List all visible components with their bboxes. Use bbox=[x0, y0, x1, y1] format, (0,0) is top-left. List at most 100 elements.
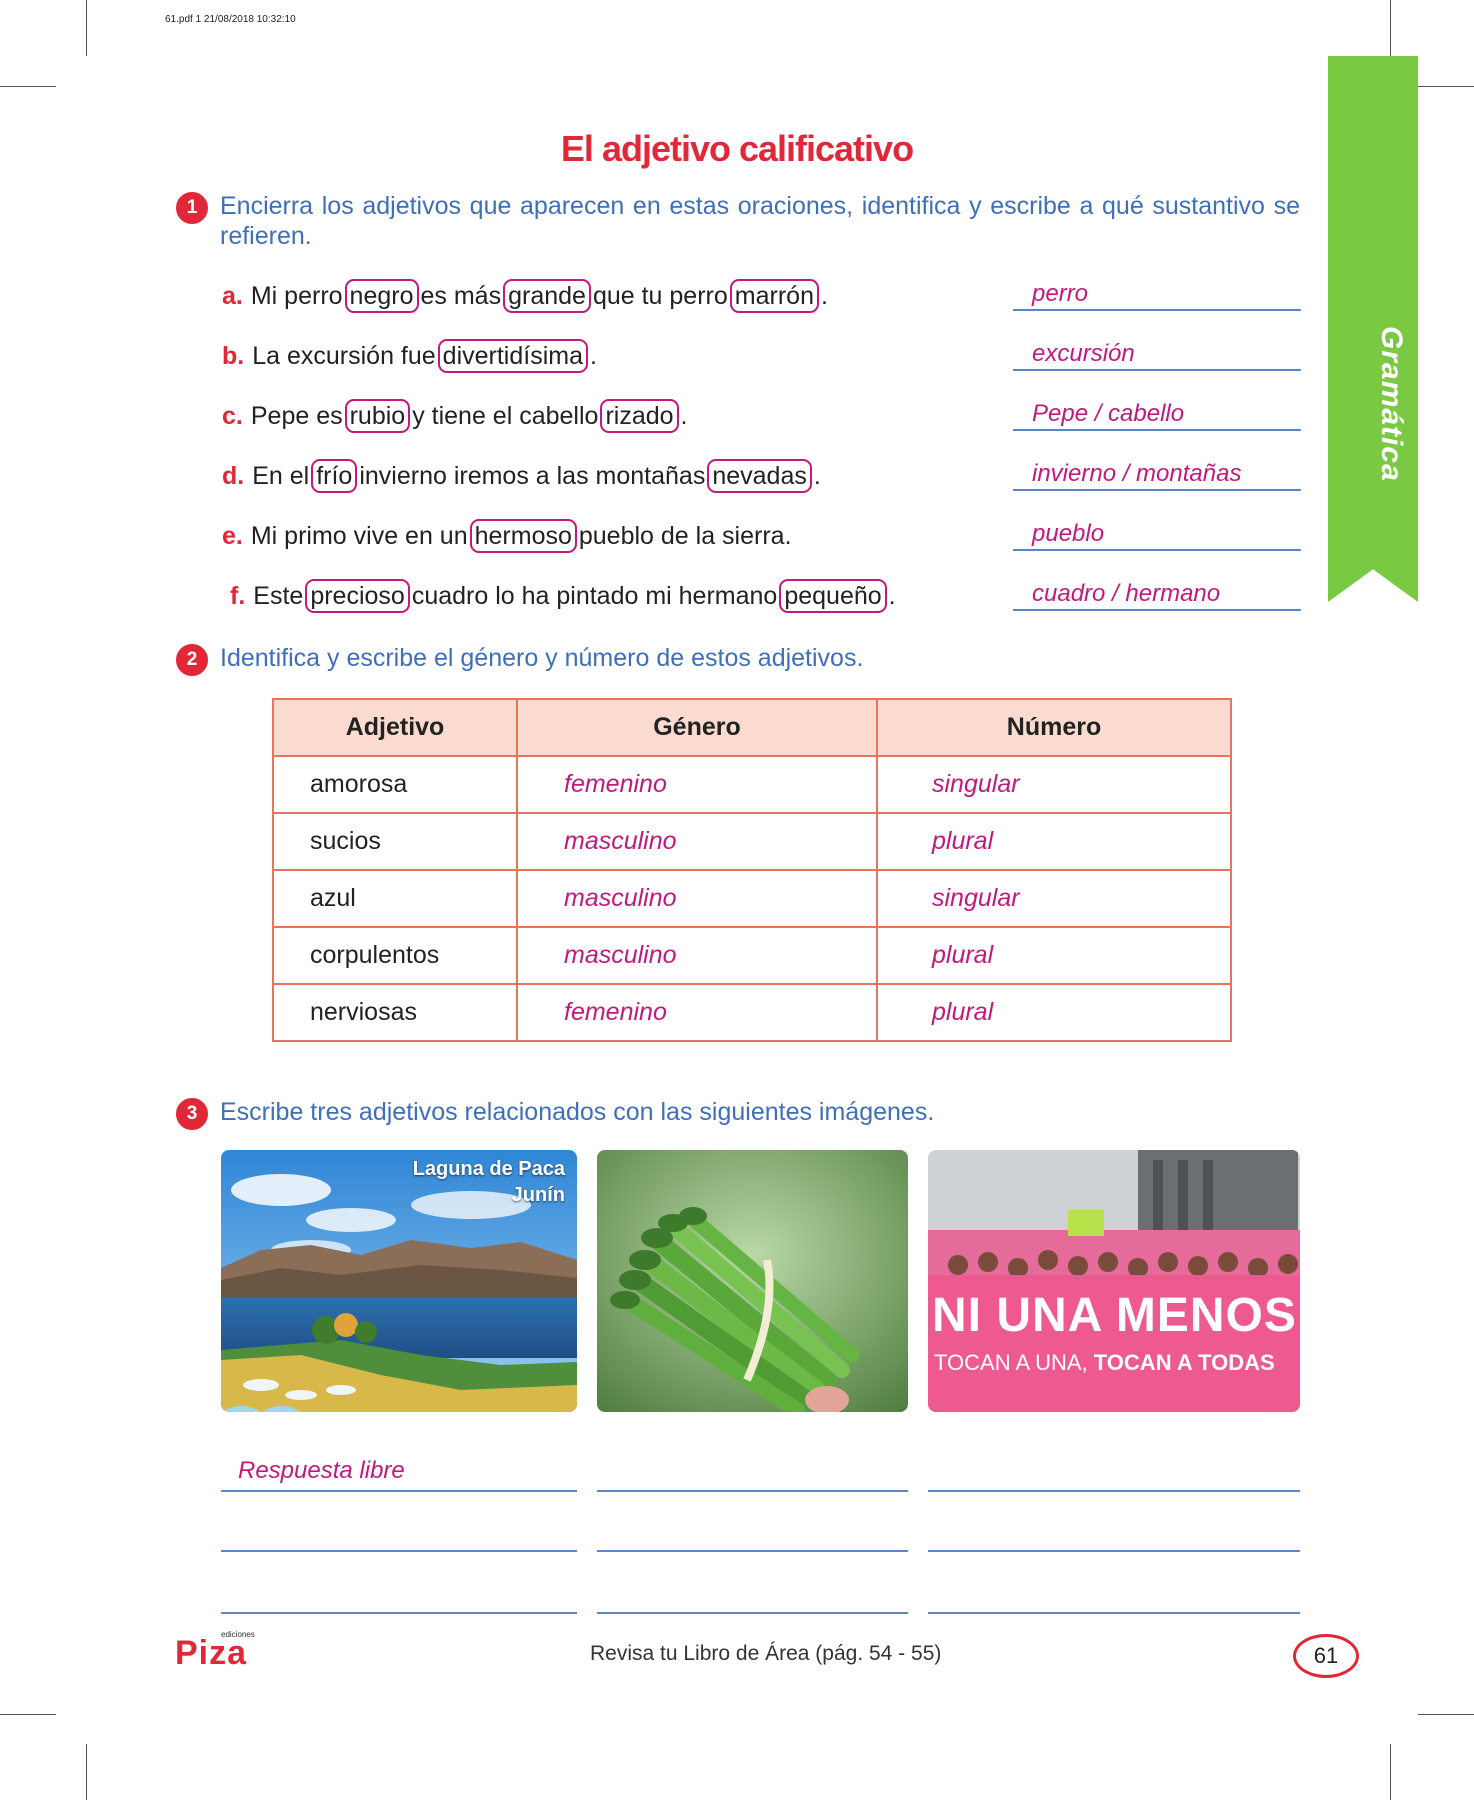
sentence-text: Este bbox=[253, 582, 304, 610]
exercise1-instruction: Encierra los adjetivos que aparecen en e… bbox=[220, 192, 1300, 250]
table-row: azul masculino singular bbox=[272, 869, 1232, 928]
write-line[interactable] bbox=[928, 1612, 1300, 1614]
item-label: e. bbox=[222, 522, 243, 550]
adjective-cell: nerviosas bbox=[272, 983, 518, 1042]
exercise-number: 3 bbox=[176, 1098, 208, 1130]
sentence-item: e. Mi primo vive en un hermoso pueblo de la… bbox=[222, 518, 792, 554]
sentence-item: a. Mi perro negro es más grande que tu perro m… bbox=[222, 278, 828, 314]
adjective-cell: azul bbox=[272, 869, 518, 928]
write-line[interactable] bbox=[597, 1612, 908, 1614]
sentence-text: que tu perro bbox=[592, 282, 728, 310]
table-row: sucios masculino plural bbox=[272, 812, 1232, 871]
gender-cell[interactable]: femenino bbox=[516, 755, 878, 814]
write-line[interactable] bbox=[221, 1612, 577, 1614]
write-line[interactable] bbox=[597, 1550, 908, 1552]
number-cell[interactable]: plural bbox=[876, 812, 1232, 871]
crop-mark bbox=[86, 0, 87, 56]
number-cell[interactable]: singular bbox=[876, 869, 1232, 928]
gender-number-table: Adjetivo Género Número amorosa femenino si… bbox=[272, 698, 1232, 1042]
gender-cell[interactable]: masculino bbox=[516, 926, 878, 985]
logo-small-text: ediciones bbox=[221, 1630, 255, 1639]
item-label: d. bbox=[222, 462, 245, 490]
write-line[interactable] bbox=[928, 1550, 1300, 1552]
circled-adjective: pequeño bbox=[779, 579, 887, 613]
sentence-text: Mi perro bbox=[250, 282, 343, 310]
sentence-text: es más bbox=[420, 282, 502, 310]
write-line[interactable] bbox=[597, 1490, 908, 1492]
exercise-number: 2 bbox=[176, 644, 208, 676]
sentence-text: pueblo de la sierra. bbox=[578, 522, 792, 550]
item-label: b. bbox=[222, 342, 245, 370]
sentence-item: f. Este precioso cuadro lo ha pintado mi he… bbox=[230, 578, 896, 614]
banner-subtext: TOCAN A UNA, bbox=[934, 1350, 1088, 1375]
publisher-logo: ediciones Piza bbox=[175, 1630, 255, 1673]
sentence-text: . bbox=[820, 282, 828, 310]
circled-adjective: marrón bbox=[729, 279, 819, 313]
column-header: Número bbox=[876, 698, 1232, 757]
crop-mark bbox=[1418, 86, 1474, 87]
sentence-text: . bbox=[888, 582, 896, 610]
item-label: a. bbox=[222, 282, 243, 310]
sentence-text: . bbox=[680, 402, 688, 430]
crop-mark bbox=[86, 1744, 87, 1800]
answer-text: invierno / montañas bbox=[1032, 460, 1242, 487]
answer-line[interactable] bbox=[1013, 549, 1301, 551]
photo-caption: Laguna de Paca bbox=[412, 1158, 565, 1180]
column-header: Adjetivo bbox=[272, 698, 518, 757]
crop-mark bbox=[1390, 0, 1391, 56]
answer-text: cuadro / hermano bbox=[1032, 580, 1221, 607]
banner-text: NI UNA MENOS bbox=[932, 1289, 1297, 1342]
write-line[interactable] bbox=[928, 1490, 1300, 1492]
circled-adjective: hermoso bbox=[469, 519, 577, 553]
answer-text: perro bbox=[1032, 280, 1089, 307]
sentence-text: y tiene el cabello bbox=[412, 402, 599, 430]
answer-line[interactable] bbox=[1013, 489, 1301, 491]
logo-text: Piza bbox=[175, 1634, 248, 1672]
table-row: corpulentos masculino plural bbox=[272, 926, 1232, 985]
asparagus-illustration bbox=[597, 1150, 908, 1412]
crop-mark bbox=[1390, 1744, 1391, 1800]
page-number: 61 bbox=[1293, 1634, 1359, 1678]
number-cell[interactable]: plural bbox=[876, 983, 1232, 1042]
circled-adjective: precioso bbox=[305, 579, 410, 613]
answer-line[interactable] bbox=[1013, 309, 1301, 311]
answer-text: pueblo bbox=[1032, 520, 1105, 547]
number-cell[interactable]: plural bbox=[876, 926, 1232, 985]
answer-line[interactable] bbox=[1013, 369, 1301, 371]
crop-mark bbox=[1418, 1714, 1474, 1715]
answer-line[interactable] bbox=[1013, 609, 1301, 611]
number-cell[interactable]: singular bbox=[876, 755, 1232, 814]
gender-cell[interactable]: femenino bbox=[516, 983, 878, 1042]
sentence-text: Mi primo vive en un bbox=[250, 522, 468, 550]
exercise2-instruction: Identifica y escribe el género y número … bbox=[220, 644, 864, 672]
banner-subtext-bold: TOCAN A TODAS bbox=[1093, 1350, 1275, 1375]
item-label: c. bbox=[222, 402, 243, 430]
answer-line[interactable] bbox=[1013, 429, 1301, 431]
page-title: El adjetivo calificativo bbox=[560, 128, 914, 169]
exercise-number: 1 bbox=[176, 192, 208, 224]
asparagus-photo bbox=[597, 1150, 908, 1412]
gender-cell[interactable]: masculino bbox=[516, 812, 878, 871]
answer-text: Pepe / cabello bbox=[1032, 400, 1185, 427]
adjective-cell: amorosa bbox=[272, 755, 518, 814]
photo-caption: Junín bbox=[511, 1184, 565, 1206]
write-line[interactable] bbox=[221, 1490, 577, 1492]
sentence-text: . bbox=[813, 462, 821, 490]
circled-adjective: frío bbox=[311, 459, 358, 493]
exercise3-answer: Respuesta libre bbox=[238, 1457, 405, 1484]
sentence-text: cuadro lo ha pintado mi hermano bbox=[411, 582, 778, 610]
exercise3-instruction: Escribe tres adjetivos relacionados con … bbox=[220, 1098, 935, 1126]
sentence-text: Pepe es bbox=[250, 402, 343, 430]
sentence-item: c. Pepe es rubio y tiene el cabello rizado. bbox=[222, 398, 687, 434]
circled-adjective: grande bbox=[503, 279, 591, 313]
answer-text: excursión bbox=[1032, 340, 1135, 367]
sentence-item: d. En el frío invierno iremos a las montaña… bbox=[222, 458, 821, 494]
gender-cell[interactable]: masculino bbox=[516, 869, 878, 928]
circled-adjective: divertidísima bbox=[437, 339, 588, 373]
crop-mark bbox=[0, 1714, 56, 1715]
write-line[interactable] bbox=[221, 1550, 577, 1552]
circled-adjective: rizado bbox=[600, 399, 679, 433]
protest-photo: NI UNA MENOS TOCAN A UNA, TOCAN A TODAS bbox=[928, 1150, 1300, 1412]
circled-adjective: rubio bbox=[344, 399, 411, 433]
sentence-text: La excursión fue bbox=[252, 342, 436, 370]
